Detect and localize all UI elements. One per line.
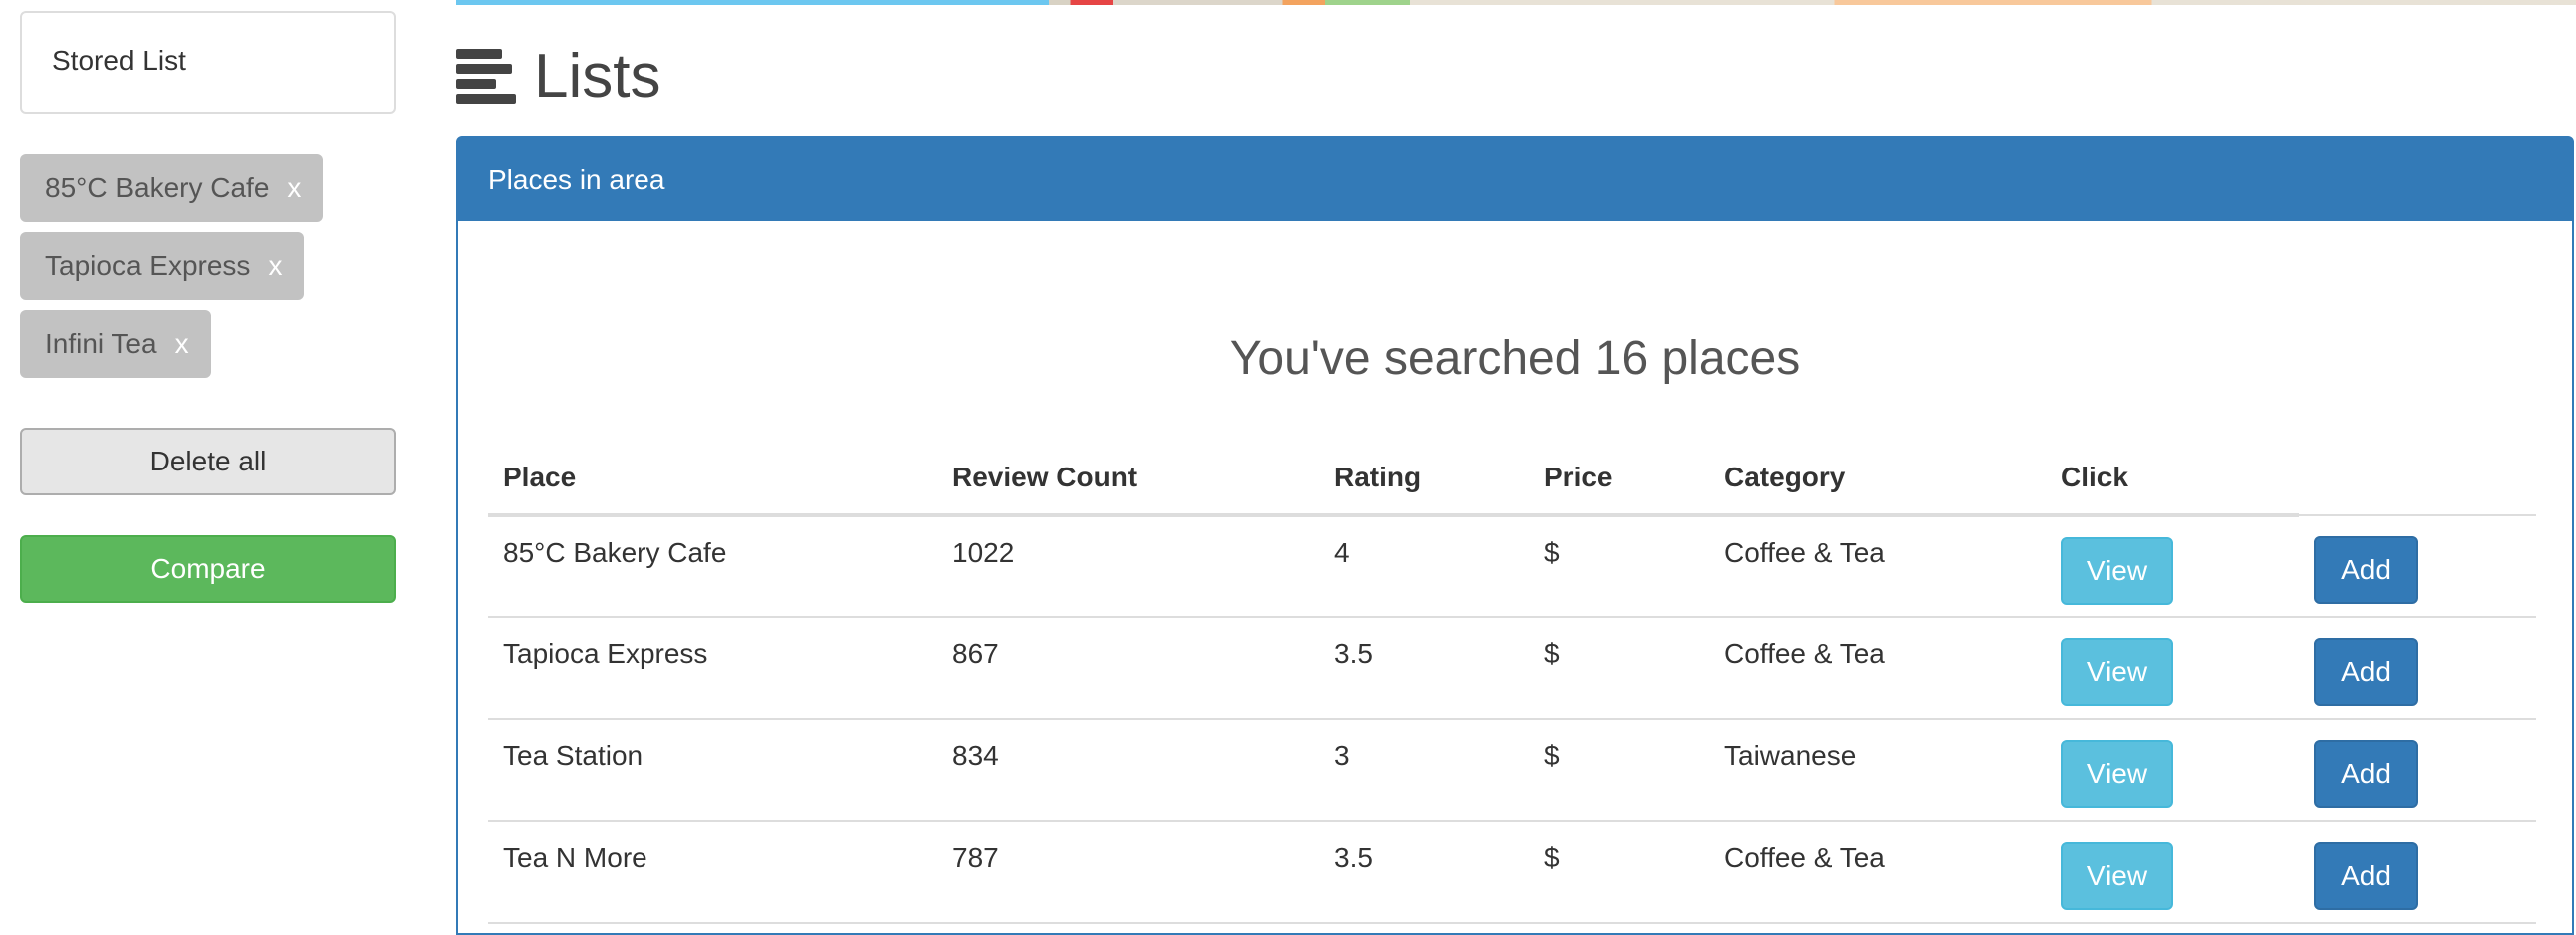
chip-label: 85°C Bakery Cafe <box>45 172 270 203</box>
delete-all-button[interactable]: Delete all <box>20 428 396 495</box>
chip-remove-button[interactable]: x <box>287 172 301 204</box>
cell-category: Coffee & Tea <box>1709 617 2046 720</box>
view-button[interactable]: View <box>2061 740 2173 808</box>
stored-chip: 85°C Bakery Cafe x <box>20 154 324 222</box>
chip-remove-button[interactable]: x <box>175 328 189 360</box>
cell-category: Coffee & Tea <box>1709 821 2046 924</box>
cell-view: View <box>2046 515 2299 618</box>
cell-rating: 4 <box>1319 515 1529 618</box>
cell-rating: 3.5 <box>1319 617 1529 720</box>
cell-rating: 3.5 <box>1319 821 1529 924</box>
cell-review-count: 834 <box>937 719 1319 822</box>
places-table: Place Review Count Rating Price Category… <box>488 438 2536 924</box>
cell-add: Add <box>2299 617 2536 720</box>
table-row: Tapioca Express 867 3.5 $ Coffee & Tea V… <box>488 617 2536 720</box>
view-button[interactable]: View <box>2061 638 2173 706</box>
cell-review-count: 787 <box>937 821 1319 924</box>
stored-chips: 85°C Bakery Cafe x Tapioca Express x Inf… <box>20 154 324 388</box>
bars-icon <box>456 47 516 107</box>
view-button[interactable]: View <box>2061 537 2173 605</box>
cell-view: View <box>2046 617 2299 720</box>
column-header-rating: Rating <box>1319 438 1529 517</box>
table-header-row: Place Review Count Rating Price Category… <box>488 438 2536 517</box>
cell-price: $ <box>1529 821 1709 924</box>
add-button[interactable]: Add <box>2314 842 2418 910</box>
column-header-price: Price <box>1529 438 1709 517</box>
stored-list-box: Stored List <box>20 11 396 114</box>
cell-view: View <box>2046 821 2299 924</box>
panel-heading: Places in area <box>458 138 2572 221</box>
lists-heading: Lists <box>456 46 660 108</box>
cell-review-count: 1022 <box>937 515 1319 618</box>
add-button[interactable]: Add <box>2314 638 2418 706</box>
table-row: Tea Station 834 3 $ Taiwanese View Add <box>488 719 2536 822</box>
column-header-category: Category <box>1709 438 2046 517</box>
column-header-empty <box>2299 438 2536 516</box>
table-row: Tea N More 787 3.5 $ Coffee & Tea View A… <box>488 821 2536 924</box>
stored-list-title: Stored List <box>52 45 186 76</box>
compare-button[interactable]: Compare <box>20 535 396 603</box>
cell-place: Tea N More <box>488 821 937 924</box>
cell-add: Add <box>2299 821 2536 924</box>
cell-place: Tapioca Express <box>488 617 937 720</box>
cell-place: Tea Station <box>488 719 937 822</box>
cell-category: Taiwanese <box>1709 719 2046 822</box>
search-count-text: You've searched 16 places <box>1229 332 1801 385</box>
cell-place: 85°C Bakery Cafe <box>488 515 937 618</box>
column-header-click: Click <box>2046 438 2299 517</box>
map-strip <box>456 0 2576 5</box>
add-button[interactable]: Add <box>2314 536 2418 604</box>
add-button[interactable]: Add <box>2314 740 2418 808</box>
column-header-place: Place <box>488 438 937 517</box>
cell-review-count: 867 <box>937 617 1319 720</box>
places-panel: Places in area You've searched 16 places… <box>456 136 2574 935</box>
table-row: 85°C Bakery Cafe 1022 4 $ Coffee & Tea V… <box>488 515 2536 618</box>
cell-price: $ <box>1529 617 1709 720</box>
stored-chip: Tapioca Express x <box>20 232 305 300</box>
cell-add: Add <box>2299 719 2536 822</box>
chip-remove-button[interactable]: x <box>268 250 282 282</box>
page-title: Lists <box>534 42 661 111</box>
chip-label: Tapioca Express <box>45 250 251 281</box>
cell-view: View <box>2046 719 2299 822</box>
cell-add: Add <box>2299 515 2536 618</box>
column-header-review-count: Review Count <box>937 438 1319 517</box>
cell-price: $ <box>1529 719 1709 822</box>
stored-chip: Infini Tea x <box>20 310 211 378</box>
view-button[interactable]: View <box>2061 842 2173 910</box>
cell-category: Coffee & Tea <box>1709 515 2046 618</box>
cell-rating: 3 <box>1319 719 1529 822</box>
chip-label: Infini Tea <box>45 328 157 359</box>
cell-price: $ <box>1529 515 1709 618</box>
